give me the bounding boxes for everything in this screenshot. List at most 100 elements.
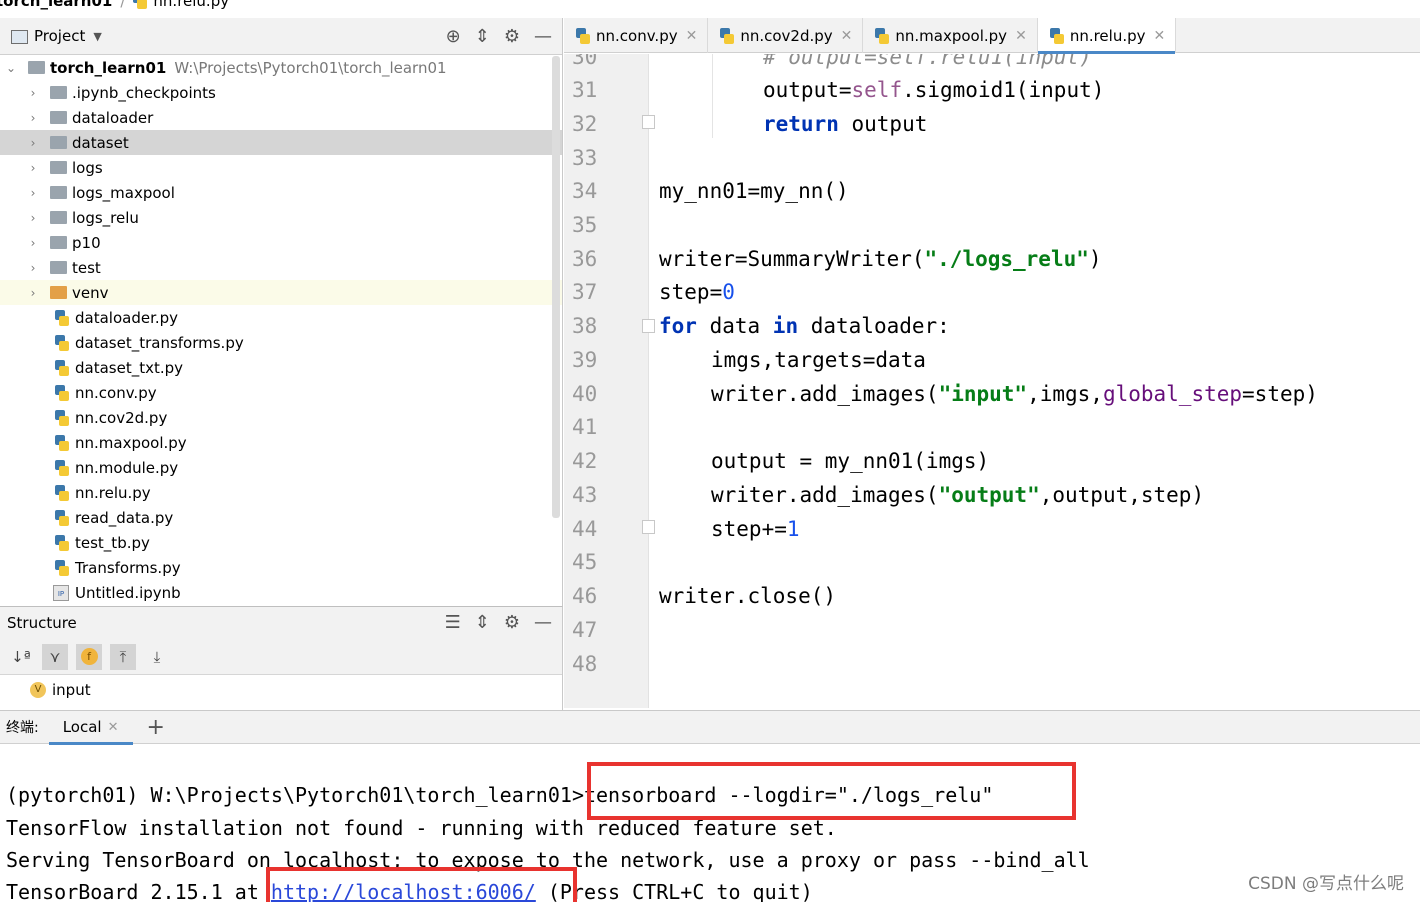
chevron-down-icon[interactable]: ⌄: [4, 61, 18, 75]
show-fields-icon[interactable]: f: [76, 643, 102, 670]
tree-folder[interactable]: › test: [0, 255, 562, 280]
breadcrumb-file[interactable]: nn.relu.py: [153, 0, 229, 10]
file-label: nn.maxpool.py: [75, 433, 187, 452]
close-icon[interactable]: ✕: [1154, 28, 1166, 44]
expand-down-icon[interactable]: ⤓: [144, 644, 170, 670]
structure-item[interactable]: V input: [0, 675, 562, 705]
tree-folder[interactable]: › logs_relu: [0, 205, 562, 230]
folder-icon: [50, 211, 67, 224]
tree-file[interactable]: read_data.py: [0, 505, 562, 530]
show-inherited-icon[interactable]: ⋎: [42, 643, 68, 670]
folder-label: .ipynb_checkpoints: [72, 83, 216, 102]
code-text: writer=SummaryWriter("./logs_relu"): [659, 247, 1102, 271]
tab-terminal-local[interactable]: Local ✕: [48, 710, 133, 745]
code-text: writer.close(): [659, 584, 837, 608]
tree-file[interactable]: Transforms.py: [0, 555, 562, 580]
line-number: 33: [572, 146, 598, 170]
code-editor[interactable]: 30 # output=self.relu1(input) 31 output=se…: [564, 54, 1420, 708]
chevron-right-icon[interactable]: ›: [26, 236, 40, 250]
tree-file[interactable]: nn.cov2d.py: [0, 405, 562, 430]
close-icon[interactable]: ✕: [1015, 28, 1027, 44]
file-label: dataloader.py: [75, 308, 179, 327]
expand-all-icon[interactable]: ☰: [445, 612, 461, 633]
expand-up-icon[interactable]: ⤒: [110, 643, 136, 670]
collapse-all-icon[interactable]: ⇕: [475, 26, 490, 47]
tree-folder[interactable]: › dataset: [0, 130, 562, 155]
tree-file[interactable]: nn.conv.py: [0, 380, 562, 405]
python-file-icon: [720, 27, 735, 44]
python-file-icon: [55, 309, 69, 326]
tree-root[interactable]: ⌄ torch_learn01 W:\Projects\Pytorch01\to…: [0, 55, 562, 80]
new-terminal-icon[interactable]: +: [147, 715, 165, 740]
tree-folder[interactable]: › p10: [0, 230, 562, 255]
folder-label: test: [72, 258, 101, 277]
tree-folder[interactable]: › .ipynb_checkpoints: [0, 80, 562, 105]
chevron-right-icon[interactable]: ›: [26, 211, 40, 225]
chevron-right-icon[interactable]: ›: [26, 286, 40, 300]
terminal-prompt: (pytorch01) W:\Projects\Pytorch01\torch_…: [6, 783, 572, 807]
tree-folder[interactable]: › dataloader: [0, 105, 562, 130]
fold-marker-icon[interactable]: [642, 319, 655, 333]
close-icon[interactable]: ✕: [108, 720, 119, 735]
tab-label: nn.conv.py: [596, 26, 678, 45]
project-panel-title[interactable]: Project: [34, 27, 85, 45]
python-file-icon: [55, 484, 69, 501]
terminal-text: TensorBoard 2.15.1 at: [6, 880, 271, 902]
locate-file-icon[interactable]: ⊕: [446, 26, 461, 47]
tab-nn-cov2d[interactable]: nn.cov2d.py ✕: [708, 18, 864, 53]
breadcrumb-project[interactable]: torch_learn01: [0, 0, 112, 10]
breadcrumb-separator: /: [120, 0, 126, 10]
code-line: 48: [564, 647, 1420, 681]
terminal-output[interactable]: (pytorch01) W:\Projects\Pytorch01\torch_…: [0, 745, 1420, 902]
folder-label: venv: [72, 283, 109, 302]
gear-icon[interactable]: ⚙: [504, 612, 520, 633]
chevron-right-icon[interactable]: ›: [26, 161, 40, 175]
sort-alphabetically-icon[interactable]: ↓ª: [8, 644, 34, 670]
tree-file[interactable]: dataset_txt.py: [0, 355, 562, 380]
code-line: 33: [564, 141, 1420, 175]
chevron-right-icon[interactable]: ›: [26, 186, 40, 200]
structure-panel-title[interactable]: Structure: [7, 614, 77, 632]
tree-file[interactable]: dataset_transforms.py: [0, 330, 562, 355]
line-number: 45: [572, 550, 598, 574]
tree-file[interactable]: nn.maxpool.py: [0, 430, 562, 455]
fold-marker-icon[interactable]: [642, 520, 655, 534]
close-icon[interactable]: ✕: [686, 28, 698, 44]
fold-marker-icon[interactable]: [642, 115, 655, 129]
code-text: output=self.sigmoid1(input): [763, 78, 1105, 102]
collapse-all-icon[interactable]: ⇕: [475, 612, 490, 633]
chevron-right-icon[interactable]: ›: [26, 111, 40, 125]
chevron-right-icon[interactable]: ›: [26, 86, 40, 100]
tree-file[interactable]: nn.module.py: [0, 455, 562, 480]
tab-nn-relu[interactable]: nn.relu.py ✕: [1037, 18, 1177, 54]
code-line: 38 for data in dataloader:: [564, 309, 1420, 343]
close-icon[interactable]: ✕: [841, 28, 853, 44]
tab-nn-maxpool[interactable]: nn.maxpool.py ✕: [863, 18, 1038, 53]
tree-file[interactable]: IP Untitled.ipynb: [0, 580, 562, 605]
code-line: 44 step+=1: [564, 512, 1420, 546]
tab-nn-conv[interactable]: nn.conv.py ✕: [564, 18, 709, 53]
tree-file[interactable]: dataloader.py: [0, 305, 562, 330]
line-number: 47: [572, 618, 598, 642]
tree-folder[interactable]: › venv: [0, 280, 562, 305]
file-label: Untitled.ipynb: [75, 583, 181, 602]
line-number: 31: [572, 78, 598, 102]
structure-panel-header: Structure ☰ ⇕ ⚙ —: [0, 607, 562, 639]
tree-file[interactable]: nn.relu.py: [0, 480, 562, 505]
file-label: dataset_txt.py: [75, 358, 184, 377]
chevron-right-icon[interactable]: ›: [26, 136, 40, 150]
structure-item-label: input: [52, 681, 91, 699]
tree-file[interactable]: test_tb.py: [0, 530, 562, 555]
line-number: 40: [572, 382, 598, 406]
tree-folder[interactable]: › logs_maxpool: [0, 180, 562, 205]
tree-scrollbar[interactable]: [552, 56, 560, 518]
chevron-right-icon[interactable]: ›: [26, 261, 40, 275]
gear-icon[interactable]: ⚙: [504, 26, 520, 47]
hide-panel-icon[interactable]: —: [534, 26, 552, 47]
line-number: 39: [572, 348, 598, 372]
chevron-down-icon[interactable]: ▼: [93, 30, 101, 43]
folder-icon: [50, 86, 67, 99]
hide-panel-icon[interactable]: —: [534, 612, 552, 633]
tree-folder[interactable]: › logs: [0, 155, 562, 180]
file-label: nn.module.py: [75, 458, 179, 477]
